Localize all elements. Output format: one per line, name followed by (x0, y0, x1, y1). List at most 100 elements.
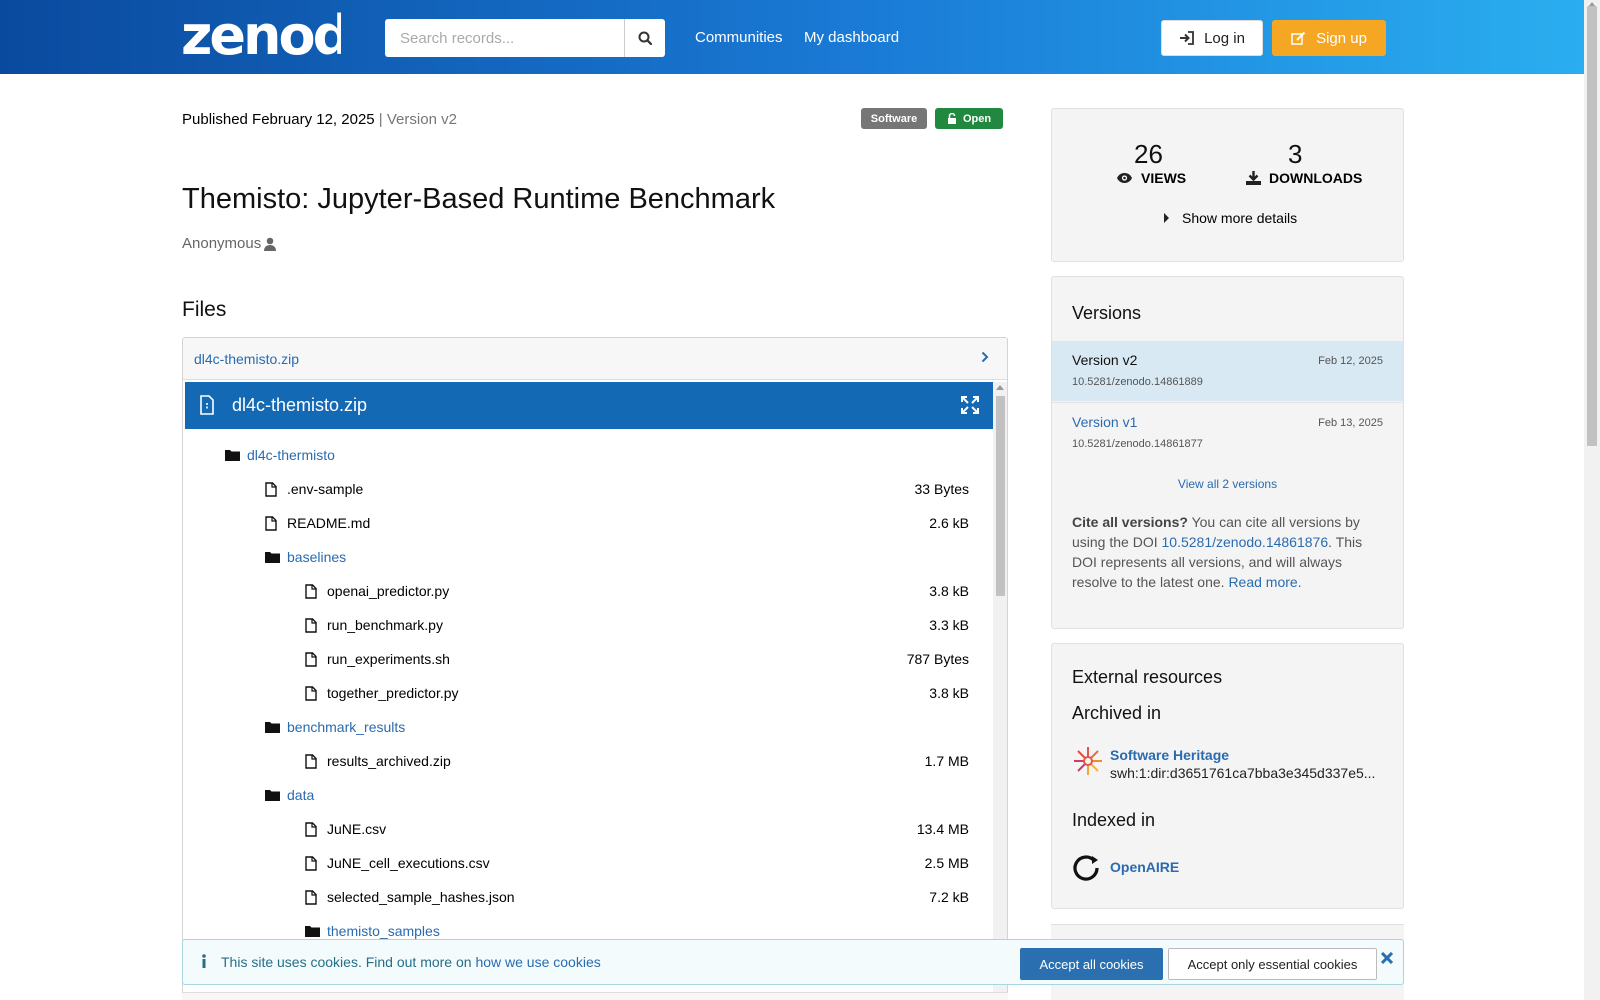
caret-right-icon (1164, 213, 1169, 223)
preview-scrollbar[interactable] (993, 382, 1007, 996)
signup-button[interactable]: Sign up (1272, 20, 1386, 56)
version-date: Feb 12, 2025 (1318, 355, 1383, 367)
file-size: 1.7 MB (924, 753, 969, 769)
indexed-in-heading: Indexed in (1072, 810, 1156, 830)
version-name[interactable]: Version v2 (1072, 352, 1137, 368)
file-item: JuNE.csv (305, 819, 386, 839)
file-icon (305, 685, 325, 701)
record-author[interactable]: Anonymous (182, 235, 277, 252)
concept-doi-link[interactable]: 10.5281/zenodo.14861876 (1162, 534, 1329, 550)
software-heritage-link[interactable]: Software Heritage (1110, 747, 1229, 763)
file-icon (305, 583, 325, 599)
file-item: run_experiments.sh (305, 649, 450, 669)
nav-communities[interactable]: Communities (695, 29, 783, 46)
file-size: 3.8 kB (929, 583, 969, 599)
show-more-details[interactable]: Show more details (1164, 210, 1297, 226)
file-icon (305, 651, 325, 667)
file-icon (305, 617, 325, 633)
file-accordion-header[interactable]: dl4c-themisto.zip (183, 338, 1007, 380)
folder-name[interactable]: benchmark_results (287, 719, 405, 735)
zenodo-logo[interactable]: zenodo (181, 4, 341, 64)
eye-icon (1117, 173, 1132, 183)
folder-item[interactable]: dl4c-thermisto (225, 445, 335, 465)
read-more-link[interactable]: Read more. (1228, 574, 1301, 590)
file-name: JuNE_cell_executions.csv (327, 855, 490, 871)
file-size: 13.4 MB (916, 821, 969, 837)
folder-name[interactable]: data (287, 787, 314, 803)
accept-all-cookies-button[interactable]: Accept all cookies (1020, 948, 1163, 980)
file-item: openai_predictor.py (305, 581, 449, 601)
version-item[interactable]: Version v1 Feb 13, 2025 10.5281/zenodo.1… (1052, 402, 1403, 462)
access-badge: Open (935, 108, 1003, 129)
versions-heading: Versions (1072, 303, 1142, 323)
edit-icon (1291, 31, 1306, 45)
file-name: README.md (287, 515, 371, 531)
version-label: Version v2 (386, 111, 457, 128)
file-name: JuNE.csv (327, 821, 387, 837)
version-item[interactable]: Version v2 Feb 12, 2025 10.5281/zenodo.1… (1052, 341, 1403, 401)
file-archive-icon (200, 395, 214, 415)
chevron-right-icon[interactable] (981, 351, 989, 363)
software-heritage-logo-icon (1074, 747, 1102, 775)
folder-item[interactable]: themisto_samples (305, 921, 440, 941)
close-icon[interactable] (1381, 952, 1393, 964)
openaire-logo-icon (1073, 855, 1099, 881)
preview-header: dl4c-themisto.zip (185, 382, 993, 429)
file-size: 787 Bytes (906, 651, 969, 667)
file-item: run_benchmark.py (305, 615, 443, 635)
folder-name[interactable]: baselines (287, 549, 346, 565)
version-doi: 10.5281/zenodo.14861889 (1072, 376, 1203, 388)
cite-all-versions: Cite all versions? You can cite all vers… (1072, 514, 1363, 590)
files-heading: Files (182, 298, 227, 321)
file-name: .env-sample (287, 481, 364, 497)
svg-text:zenodo: zenodo (181, 4, 341, 64)
folder-item[interactable]: baselines (265, 547, 346, 567)
file-icon (265, 481, 285, 497)
folder-icon (265, 789, 285, 801)
views-count: 26 (1134, 139, 1163, 169)
version-separator: | (374, 111, 387, 128)
fullscreen-icon[interactable] (961, 396, 979, 414)
preview-filename: dl4c-themisto.zip (232, 395, 368, 415)
swh-identifier: swh:1:dir:d3651761ca7bba3e345d337e5... (1110, 765, 1376, 781)
login-button[interactable]: Log in (1161, 20, 1263, 56)
record-title: Themisto: Jupyter-Based Runtime Benchmar… (182, 183, 776, 215)
versions-card: Versions Version v2 Feb 12, 2025 10.5281… (1051, 276, 1404, 629)
file-item: together_predictor.py (305, 683, 459, 703)
stats-card: 26 VIEWS 3 DOWNLOADS Show more details (1051, 108, 1404, 262)
file-item: .env-sample (265, 479, 363, 499)
version-name[interactable]: Version v1 (1072, 414, 1137, 430)
folder-item[interactable]: data (265, 785, 314, 805)
search-button[interactable] (625, 19, 665, 57)
folder-item[interactable]: benchmark_results (265, 717, 405, 737)
view-all-versions-link[interactable]: View all 2 versions (1052, 477, 1403, 491)
file-name: together_predictor.py (327, 685, 459, 701)
accept-essential-cookies-button[interactable]: Accept only essential cookies (1168, 948, 1377, 980)
file-item: results_archived.zip (305, 751, 451, 771)
next-section-edge (182, 992, 1008, 1000)
nav-my-dashboard[interactable]: My dashboard (804, 29, 899, 46)
published-date: Published February 12, 2025 (182, 111, 375, 128)
file-icon (305, 753, 325, 769)
user-icon (264, 237, 277, 251)
unlock-icon (947, 113, 956, 124)
folder-name[interactable]: dl4c-thermisto (247, 447, 335, 463)
folder-icon (305, 925, 325, 937)
cookie-banner: This site uses cookies. Find out more on… (182, 939, 1404, 985)
file-size: 2.5 MB (924, 855, 969, 871)
folder-name[interactable]: themisto_samples (327, 923, 440, 939)
file-icon (305, 821, 325, 837)
file-icon (265, 515, 285, 531)
file-name: results_archived.zip (327, 753, 451, 769)
cookie-message: This site uses cookies. Find out more on… (221, 954, 601, 970)
folder-icon (225, 449, 245, 461)
openaire-link[interactable]: OpenAIRE (1110, 859, 1179, 875)
cookie-policy-link[interactable]: how we use cookies (475, 954, 600, 970)
file-name: run_benchmark.py (327, 617, 443, 633)
file-icon (305, 889, 325, 905)
downloads-count: 3 (1288, 139, 1303, 169)
search-input[interactable] (385, 19, 625, 57)
archive-filename[interactable]: dl4c-themisto.zip (194, 351, 299, 367)
page-scrollbar[interactable] (1584, 0, 1600, 1000)
resource-type-badge: Software (861, 108, 927, 129)
